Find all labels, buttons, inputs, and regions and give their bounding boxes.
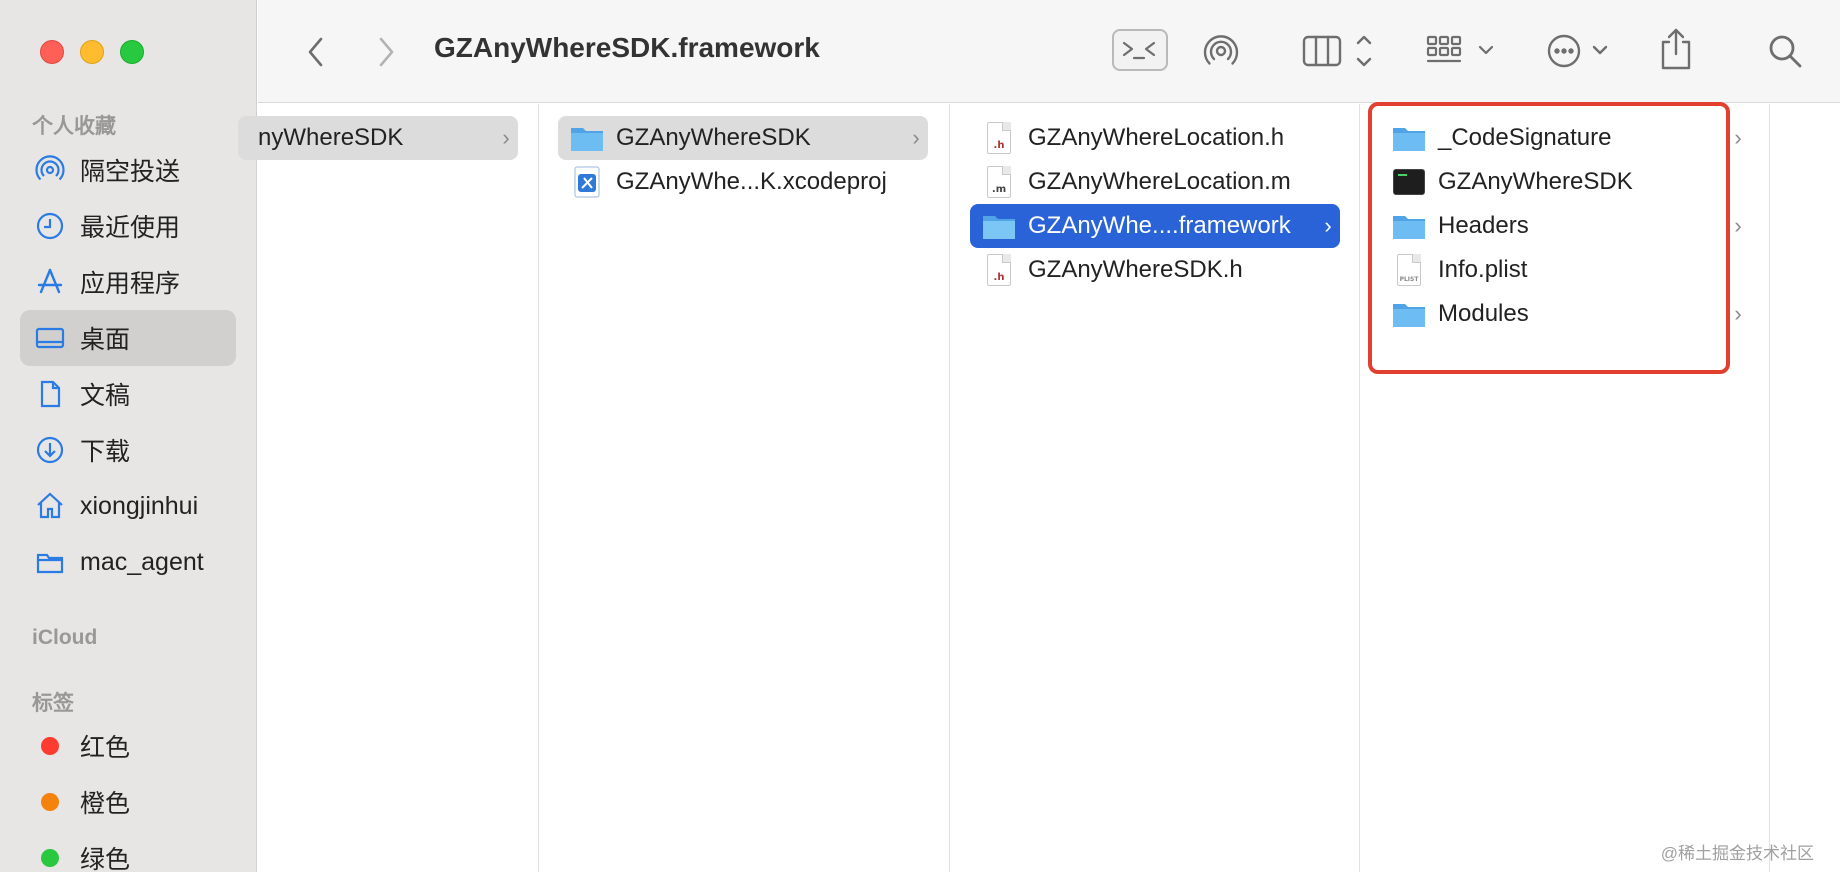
terminal-button[interactable] [1112,29,1168,71]
folder-icon [20,547,80,577]
download-icon [20,435,80,465]
airdrop-icon [20,155,80,185]
folder-icon [568,121,606,155]
folder-icon [980,209,1018,243]
list-item[interactable]: .h GZAnyWhereLocation.h [970,116,1340,160]
orange-tag-icon [41,793,59,811]
sidebar-item-label: 最近使用 [80,214,181,242]
sidebar-item-recents[interactable]: 最近使用 [20,198,236,254]
clock-icon [20,211,80,241]
sidebar-item-label: 应用程序 [80,270,181,298]
group-button[interactable] [1424,28,1498,74]
favorites-header: 个人收藏 [32,115,116,138]
minimize-window-button[interactable] [80,40,104,64]
list-item[interactable]: .m GZAnyWhereLocation.m [970,160,1340,204]
sidebar-item-label: 下载 [80,438,131,466]
chevron-right-icon: › [1324,213,1332,238]
sidebar-item-home[interactable]: xiongjinhui [20,478,236,534]
sidebar-tag-orange[interactable]: 橙色 [20,774,236,830]
grid-group-icon [1426,35,1494,63]
sidebar-item-label: 文稿 [80,382,131,410]
sidebar: 个人收藏 隔空投送 最近使用 应用程序 桌面 文稿 下载 xiongjinhui… [0,0,257,872]
red-tag-icon [41,737,59,755]
airdrop-button[interactable] [1198,28,1244,74]
column-2: GZAnyWhereSDK › GZAnyWhe...K.xcodeproj [540,104,950,872]
sidebar-item-downloads[interactable]: 下载 [20,422,236,478]
sidebar-item-label: mac_agent [80,547,204,576]
xcodeproj-icon [568,165,606,199]
icloud-header: iCloud [32,626,98,649]
sidebar-item-label: xiongjinhui [80,491,199,520]
column-3: .h GZAnyWhereLocation.h .m GZAnyWhereLoc… [950,104,1360,872]
list-item[interactable]: nyWhereSDK › [238,116,518,160]
share-icon [1661,28,1691,70]
sidebar-item-documents[interactable]: 文稿 [20,366,236,422]
sidebar-item-label: 绿色 [80,846,131,872]
columns-view-icon [1302,35,1372,67]
sidebar-item-label: 红色 [80,734,131,762]
back-button[interactable] [294,30,338,74]
chevron-right-icon: › [502,125,510,150]
header-file-icon: .h [980,121,1018,155]
window-title: GZAnyWhereSDK.framework [434,32,820,63]
zoom-window-button[interactable] [120,40,144,64]
forward-chevron-icon [379,37,394,67]
green-tag-icon [41,849,59,867]
share-button[interactable] [1652,24,1700,74]
highlight-annotation [1368,102,1730,374]
toolbar: GZAnyWhereSDK.framework [258,0,1840,103]
list-item[interactable]: GZAnyWhereSDK › [558,116,928,160]
sidebar-item-airdrop[interactable]: 隔空投送 [20,142,236,198]
sidebar-item-applications[interactable]: 应用程序 [20,254,236,310]
close-window-button[interactable] [40,40,64,64]
sidebar-tag-red[interactable]: 红色 [20,718,236,774]
more-options-button[interactable] [1542,28,1616,74]
list-item-selected[interactable]: GZAnyWhe....framework › [970,204,1340,248]
header-file-icon: .h [980,253,1018,287]
search-button[interactable] [1762,28,1808,74]
search-icon [1769,35,1802,68]
home-icon [20,491,80,521]
terminal-icon [1122,41,1156,60]
sidebar-item-label: 橙色 [80,790,131,818]
sidebar-item-mac-agent[interactable]: mac_agent [20,534,236,590]
sidebar-item-desktop[interactable]: 桌面 [20,310,236,366]
list-item[interactable]: .h GZAnyWhereSDK.h [970,248,1340,292]
source-file-icon: .m [980,165,1018,199]
column-5 [1770,104,1840,872]
list-item[interactable]: GZAnyWhe...K.xcodeproj [558,160,928,204]
back-chevron-icon [308,37,323,67]
more-options-icon [1547,34,1608,68]
chevron-right-icon: › [912,125,920,150]
document-icon [20,379,80,409]
applications-icon [20,267,80,297]
sidebar-item-label: 桌面 [80,326,131,354]
sidebar-tag-green[interactable]: 绿色 [20,830,236,872]
watermark: @稀土掘金技术社区 [1660,844,1814,863]
airdrop-icon [1203,35,1239,65]
sidebar-item-label: 隔空投送 [80,158,181,186]
view-mode-button[interactable] [1300,28,1384,74]
forward-button[interactable] [364,30,408,74]
column-1: nyWhereSDK › [238,104,539,872]
tags-header: 标签 [32,692,74,715]
desktop-icon [20,323,80,353]
